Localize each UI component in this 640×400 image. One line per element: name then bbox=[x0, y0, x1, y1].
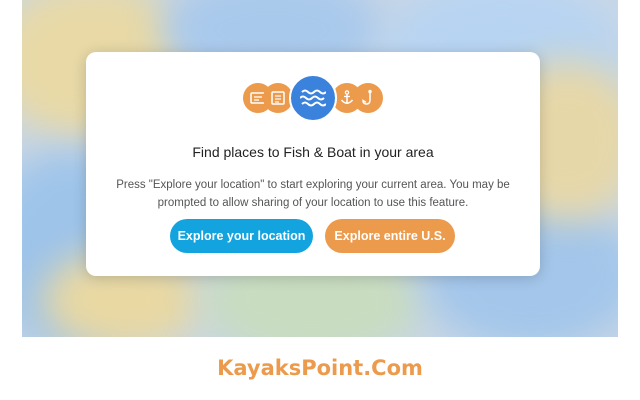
location-dialog: Find places to Fish & Boat in your area … bbox=[86, 52, 540, 276]
explore-location-button[interactable]: Explore your location bbox=[170, 219, 313, 253]
page: Find places to Fish & Boat in your area … bbox=[0, 0, 640, 400]
fish-hook-icon bbox=[353, 83, 383, 113]
explore-us-button[interactable]: Explore entire U.S. bbox=[325, 219, 455, 253]
dialog-description: Press "Explore your location" to start e… bbox=[116, 179, 510, 209]
dialog-title: Find places to Fish & Boat in your area bbox=[192, 144, 434, 160]
watermark-text: KayaksPoint.Com bbox=[217, 356, 423, 380]
feature-icon-row bbox=[86, 74, 540, 122]
waves-icon bbox=[289, 74, 337, 122]
